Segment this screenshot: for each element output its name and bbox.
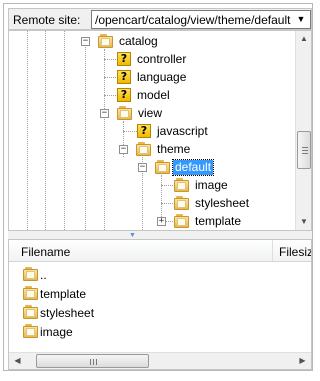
unknown-folder-icon: ?: [117, 70, 131, 84]
folder-icon: [98, 34, 114, 48]
scroll-thumb[interactable]: [297, 131, 311, 169]
remote-site-pane: Remote site: /opencart/catalog/view/them…: [3, 3, 313, 371]
file-name[interactable]: ..: [40, 268, 47, 282]
directory-tree: − catalog ? controller ? language ? mode…: [8, 30, 312, 231]
file-name[interactable]: image: [40, 325, 73, 339]
tree-item-label[interactable]: model: [135, 88, 172, 103]
unknown-folder-icon: ?: [117, 88, 131, 102]
folder-icon: [23, 267, 39, 281]
collapse-icon[interactable]: −: [138, 163, 147, 172]
folder-icon: [23, 324, 39, 338]
remote-site-bar: Remote site: /opencart/catalog/view/them…: [8, 8, 312, 30]
tree-vertical-scrollbar[interactable]: ▲ ▼: [295, 31, 311, 230]
tree-item-catalog[interactable]: − catalog: [9, 33, 295, 51]
unknown-folder-icon: ?: [137, 124, 151, 138]
file-list-header: Filename Filesiz: [9, 240, 311, 262]
remote-site-label: Remote site:: [13, 13, 81, 27]
file-list-horizontal-scrollbar[interactable]: ◀ ▶: [9, 352, 311, 369]
tree-item-view[interactable]: − view: [9, 105, 295, 123]
column-header-filename[interactable]: Filename: [21, 245, 70, 259]
folder-icon: [23, 286, 39, 300]
scroll-down-icon[interactable]: ▼: [296, 214, 311, 230]
tree-item-label[interactable]: language: [135, 70, 188, 85]
file-row-image[interactable]: image: [9, 322, 295, 341]
tree-item-template[interactable]: + template: [9, 213, 295, 230]
dropdown-arrow-icon[interactable]: ▼: [294, 12, 308, 27]
scroll-left-icon[interactable]: ◀: [9, 353, 26, 369]
folder-icon: [174, 178, 190, 192]
collapse-icon[interactable]: −: [81, 37, 90, 46]
splitter-grip-icon[interactable]: ▼: [129, 232, 136, 239]
remote-path-combobox[interactable]: /opencart/catalog/view/theme/default ▼: [91, 10, 311, 29]
tree-item-label[interactable]: stylesheet: [193, 196, 251, 211]
column-divider[interactable]: [272, 240, 273, 261]
tree-item-label[interactable]: image: [193, 178, 230, 193]
file-row-stylesheet[interactable]: stylesheet: [9, 303, 295, 322]
file-name[interactable]: template: [40, 287, 86, 301]
tree-item-stylesheet[interactable]: stylesheet: [9, 195, 295, 213]
pane-splitter[interactable]: ▼: [8, 231, 312, 239]
folder-icon: [117, 106, 133, 120]
tree-item-label[interactable]: controller: [135, 52, 188, 67]
unknown-folder-icon: ?: [117, 52, 131, 66]
file-list: Filename Filesiz .. template stylesheet …: [8, 239, 312, 370]
tree-item-label[interactable]: javascript: [155, 124, 210, 139]
tree-item-label[interactable]: view: [136, 106, 164, 121]
folder-icon: [136, 142, 152, 156]
folder-icon: [174, 196, 190, 210]
expand-icon[interactable]: +: [157, 217, 166, 226]
file-row-parent[interactable]: ..: [9, 265, 295, 284]
collapse-icon[interactable]: −: [100, 109, 109, 118]
tree-item-label[interactable]: theme: [155, 142, 192, 157]
tree-item-label[interactable]: template: [193, 214, 243, 229]
tree-item-javascript[interactable]: ? javascript: [9, 123, 295, 141]
folder-icon: [174, 214, 190, 228]
file-name[interactable]: stylesheet: [40, 306, 94, 320]
folder-icon: [155, 160, 171, 174]
tree-item-theme[interactable]: − theme: [9, 141, 295, 159]
tree-item-default[interactable]: − default: [9, 159, 295, 177]
tree-item-label[interactable]: catalog: [117, 34, 160, 49]
collapse-icon[interactable]: −: [119, 145, 128, 154]
tree-item-label-selected[interactable]: default: [171, 159, 215, 176]
scroll-right-icon[interactable]: ▶: [294, 353, 311, 369]
scroll-thumb[interactable]: [36, 354, 149, 368]
folder-icon: [23, 305, 39, 319]
remote-path-value[interactable]: /opencart/catalog/view/theme/default: [95, 13, 290, 27]
tree-item-model[interactable]: ? model: [9, 87, 295, 105]
column-header-filesize[interactable]: Filesiz: [279, 245, 311, 259]
tree-item-controller[interactable]: ? controller: [9, 51, 295, 69]
tree-item-image[interactable]: image: [9, 177, 295, 195]
file-row-template[interactable]: template: [9, 284, 295, 303]
scroll-up-icon[interactable]: ▲: [296, 31, 311, 47]
tree-item-language[interactable]: ? language: [9, 69, 295, 87]
